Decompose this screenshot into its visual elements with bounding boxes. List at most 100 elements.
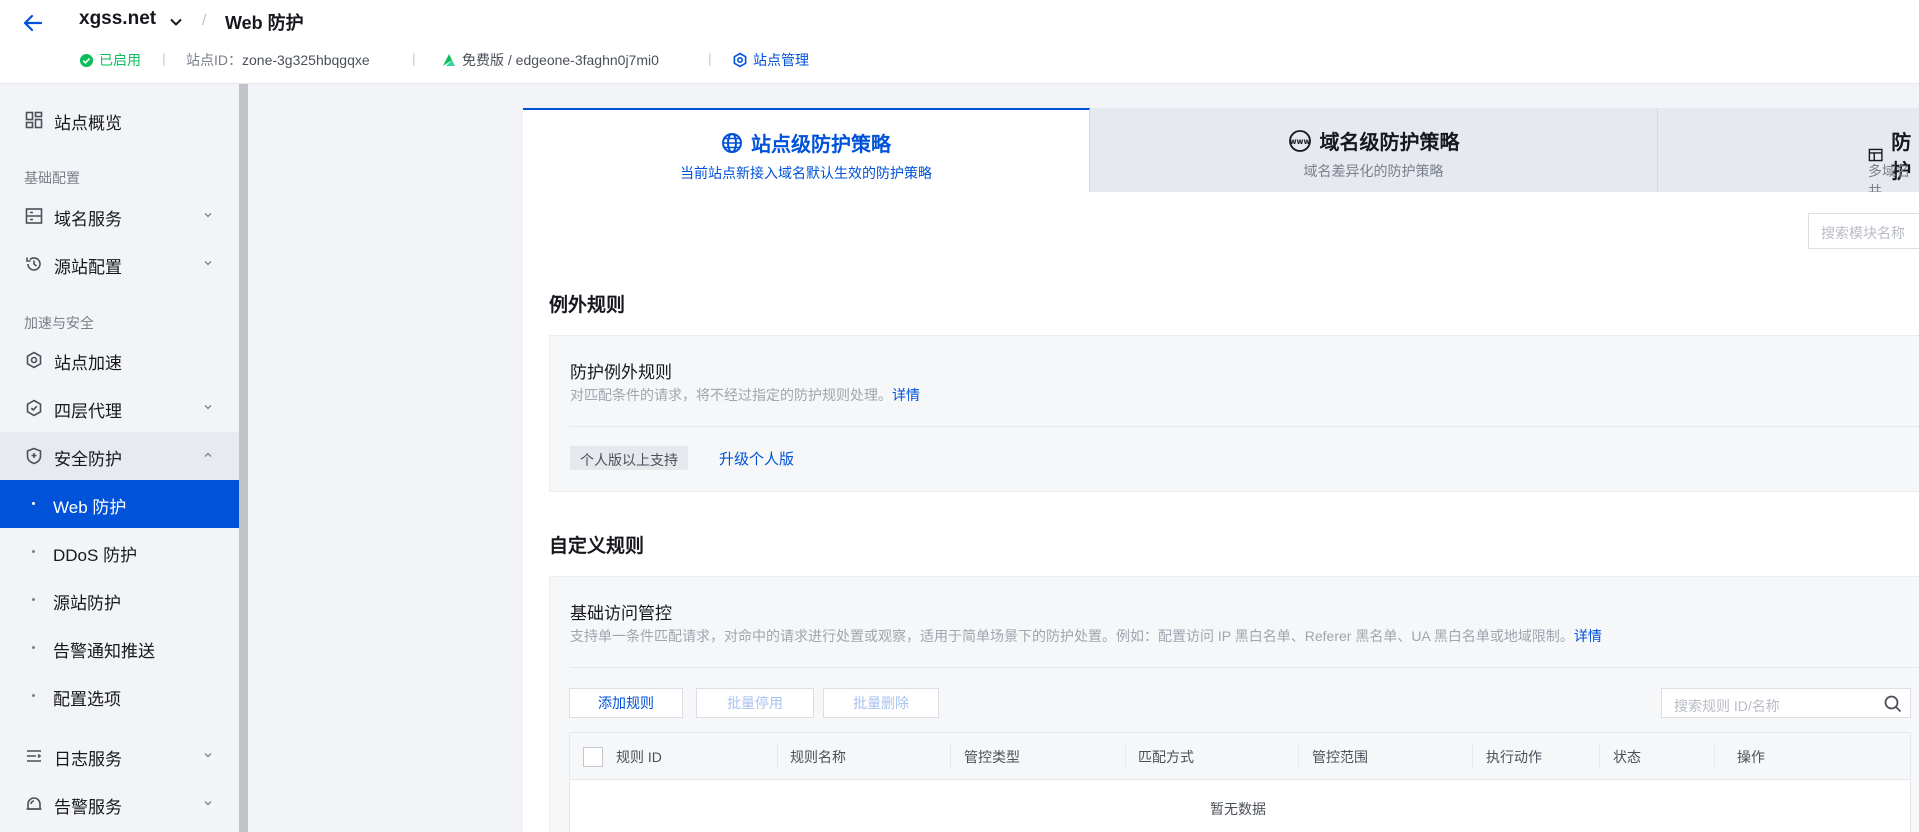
meta-separator: | bbox=[162, 50, 166, 66]
card-title: 基础访问管控 bbox=[570, 604, 672, 623]
top-header: xgss.net / Web 防护 已启用 | 站点ID： zone-3g325… bbox=[0, 0, 1919, 84]
sidebar-item-origin-config[interactable]: 源站配置 bbox=[0, 240, 239, 288]
search-icon[interactable] bbox=[1884, 695, 1902, 713]
tab-subtitle: 多域名共 bbox=[1868, 163, 1910, 192]
tab-title: 站点级防护策略 bbox=[523, 128, 1089, 157]
sidebar-item-alert-service[interactable]: 告警服务 bbox=[0, 780, 239, 828]
module-search-input[interactable]: 搜索模块名称 bbox=[1808, 213, 1919, 249]
column-header[interactable]: 操作 bbox=[1737, 747, 1765, 767]
sidebar-item-l4-proxy[interactable]: 四层代理 bbox=[0, 384, 239, 432]
sidebar-scrollbar[interactable] bbox=[239, 84, 248, 832]
chevron-down-icon bbox=[202, 749, 214, 761]
hexagon-gear-icon bbox=[24, 350, 44, 370]
chevron-down-icon bbox=[202, 797, 214, 809]
rules-table-body: 暂无数据 bbox=[569, 780, 1911, 832]
bullet-dot bbox=[32, 502, 35, 505]
tab-title-text: 域名级防护策略 bbox=[1319, 132, 1460, 154]
column-header[interactable]: 规则名称 bbox=[790, 747, 846, 767]
rules-table-header: 规则 ID 规则名称 管控类型 匹配方式 管控范围 执行动作 状态 操作 bbox=[569, 732, 1911, 780]
sidebar-item-label: 告警服务 bbox=[54, 798, 122, 817]
column-header[interactable]: 匹配方式 bbox=[1138, 747, 1194, 767]
nav-group-basic: 基础配置 bbox=[24, 170, 80, 186]
exception-rule-card: 防护例外规则 对匹配条件的请求，将不经过指定的防护规则处理。详情 个人版以上支持… bbox=[549, 335, 1919, 492]
column-header[interactable]: 规则 ID bbox=[616, 747, 662, 767]
bullet-dot bbox=[32, 550, 35, 553]
column-header[interactable]: 管控范围 bbox=[1312, 747, 1368, 767]
check-circle-icon bbox=[79, 53, 94, 68]
sidebar-item-domain-service[interactable]: 域名服务 bbox=[0, 192, 239, 240]
column-separator bbox=[950, 745, 951, 769]
detail-link[interactable]: 详情 bbox=[892, 387, 920, 403]
plan-info: 免费版 / edgeone-3faghn0j7mi0 bbox=[440, 50, 659, 70]
bullet-dot bbox=[32, 694, 35, 697]
tab-site-level-policy[interactable]: 站点级防护策略 当前站点新接入域名默认生效的防护策略 bbox=[523, 108, 1090, 192]
sidebar-item-log-service[interactable]: 日志服务 bbox=[0, 732, 239, 780]
sidebar-subitem-label: Web 防护 bbox=[53, 498, 127, 517]
breadcrumb-separator: / bbox=[202, 12, 207, 29]
plan-text: 免费版 / edgeone-3faghn0j7mi0 bbox=[462, 52, 659, 68]
sidebar-item-label: 域名服务 bbox=[54, 210, 122, 229]
history-icon bbox=[24, 254, 44, 274]
column-separator bbox=[1125, 745, 1126, 769]
nav-group-accel: 加速与安全 bbox=[24, 315, 94, 331]
column-header[interactable]: 执行动作 bbox=[1486, 747, 1542, 767]
chevron-down-icon bbox=[202, 257, 214, 269]
meta-separator: | bbox=[708, 50, 712, 66]
chevron-down-icon bbox=[202, 401, 214, 413]
shield-plus-icon bbox=[24, 446, 44, 466]
sidebar-item-label: 站点加速 bbox=[54, 354, 122, 373]
site-manage-label[interactable]: 站点管理 bbox=[753, 50, 809, 70]
site-manage-link[interactable]: 站点管理 bbox=[732, 50, 809, 70]
sidebar-item-site-accel[interactable]: 站点加速 bbox=[0, 336, 239, 384]
chevron-up-icon bbox=[202, 449, 214, 461]
chevron-down-icon bbox=[202, 209, 214, 221]
sidebar-subitem-alert-push[interactable]: 告警通知推送 bbox=[0, 624, 239, 672]
sidebar-item-label: 安全防护 bbox=[54, 450, 122, 469]
site-name[interactable]: xgss.net bbox=[79, 8, 156, 30]
status-text: 已启用 bbox=[99, 52, 141, 68]
upgrade-personal-link[interactable]: 升级个人版 bbox=[719, 448, 794, 469]
divider bbox=[570, 426, 1919, 427]
column-header[interactable]: 状态 bbox=[1613, 747, 1641, 767]
edition-tag: 个人版以上支持 bbox=[570, 446, 688, 470]
sidebar-item-overview[interactable]: 站点概览 bbox=[0, 96, 239, 144]
hexagon-gear-icon bbox=[732, 52, 748, 68]
bullet-dot bbox=[32, 646, 35, 649]
rule-search-input[interactable]: 搜索规则 ID/名称 bbox=[1661, 688, 1911, 718]
sidebar-subitem-config-options[interactable]: 配置选项 bbox=[0, 672, 239, 720]
section-title-custom: 自定义规则 bbox=[549, 536, 645, 557]
column-separator bbox=[777, 745, 778, 769]
chevron-down-icon[interactable] bbox=[168, 14, 184, 30]
sidebar-subitem-ddos-protection[interactable]: DDoS 防护 bbox=[0, 528, 239, 576]
www-icon: www bbox=[1288, 129, 1311, 152]
svg-text:www: www bbox=[1289, 137, 1310, 146]
add-rule-button[interactable]: 添加规则 bbox=[569, 688, 683, 718]
sidebar-subitem-label: 告警通知推送 bbox=[53, 642, 155, 661]
column-separator bbox=[1714, 745, 1715, 769]
card-description: 支持单一条件匹配请求，对命中的请求进行处置或观察，适用于简单场景下的防护处置。例… bbox=[570, 626, 1602, 646]
tab-domain-level-policy[interactable]: www 域名级防护策略 域名差异化的防护策略 bbox=[1090, 108, 1658, 192]
tab-subtitle: 当前站点新接入域名默认生效的防护策略 bbox=[680, 165, 932, 181]
detail-link[interactable]: 详情 bbox=[1574, 628, 1602, 644]
tab-template-policy[interactable]: 防护 多域名共 bbox=[1658, 108, 1919, 192]
batch-delete-button[interactable]: 批量删除 bbox=[823, 688, 939, 718]
server-icon bbox=[24, 206, 44, 226]
card-description: 对匹配条件的请求，将不经过指定的防护规则处理。详情 bbox=[570, 385, 920, 405]
tab-subtitle: 域名差异化的防护策略 bbox=[1303, 163, 1444, 179]
tab-title: www 域名级防护策略 bbox=[1090, 126, 1657, 155]
sidebar-subitem-web-protection[interactable]: Web 防护 bbox=[0, 480, 239, 528]
status-badge: 已启用 bbox=[79, 50, 141, 70]
site-id-label: 站点ID： bbox=[186, 52, 242, 68]
batch-disable-button[interactable]: 批量停用 bbox=[696, 688, 814, 718]
sidebar-item-security[interactable]: 安全防护 bbox=[0, 432, 239, 480]
column-header[interactable]: 管控类型 bbox=[964, 747, 1020, 767]
empty-state-text: 暂无数据 bbox=[1210, 801, 1266, 817]
sidebar-item-label: 日志服务 bbox=[54, 750, 122, 769]
card-desc-text: 对匹配条件的请求，将不经过指定的防护规则处理。 bbox=[570, 387, 892, 403]
sidebar-subitem-origin-protection[interactable]: 源站防护 bbox=[0, 576, 239, 624]
select-all-checkbox[interactable] bbox=[583, 747, 603, 767]
page-title: Web 防护 bbox=[225, 13, 304, 33]
card-desc-text: 支持单一条件匹配请求，对命中的请求进行处置或观察，适用于简单场景下的防护处置。例… bbox=[570, 628, 1574, 644]
search-placeholder: 搜索规则 ID/名称 bbox=[1674, 698, 1780, 714]
back-arrow-icon[interactable] bbox=[20, 10, 46, 36]
